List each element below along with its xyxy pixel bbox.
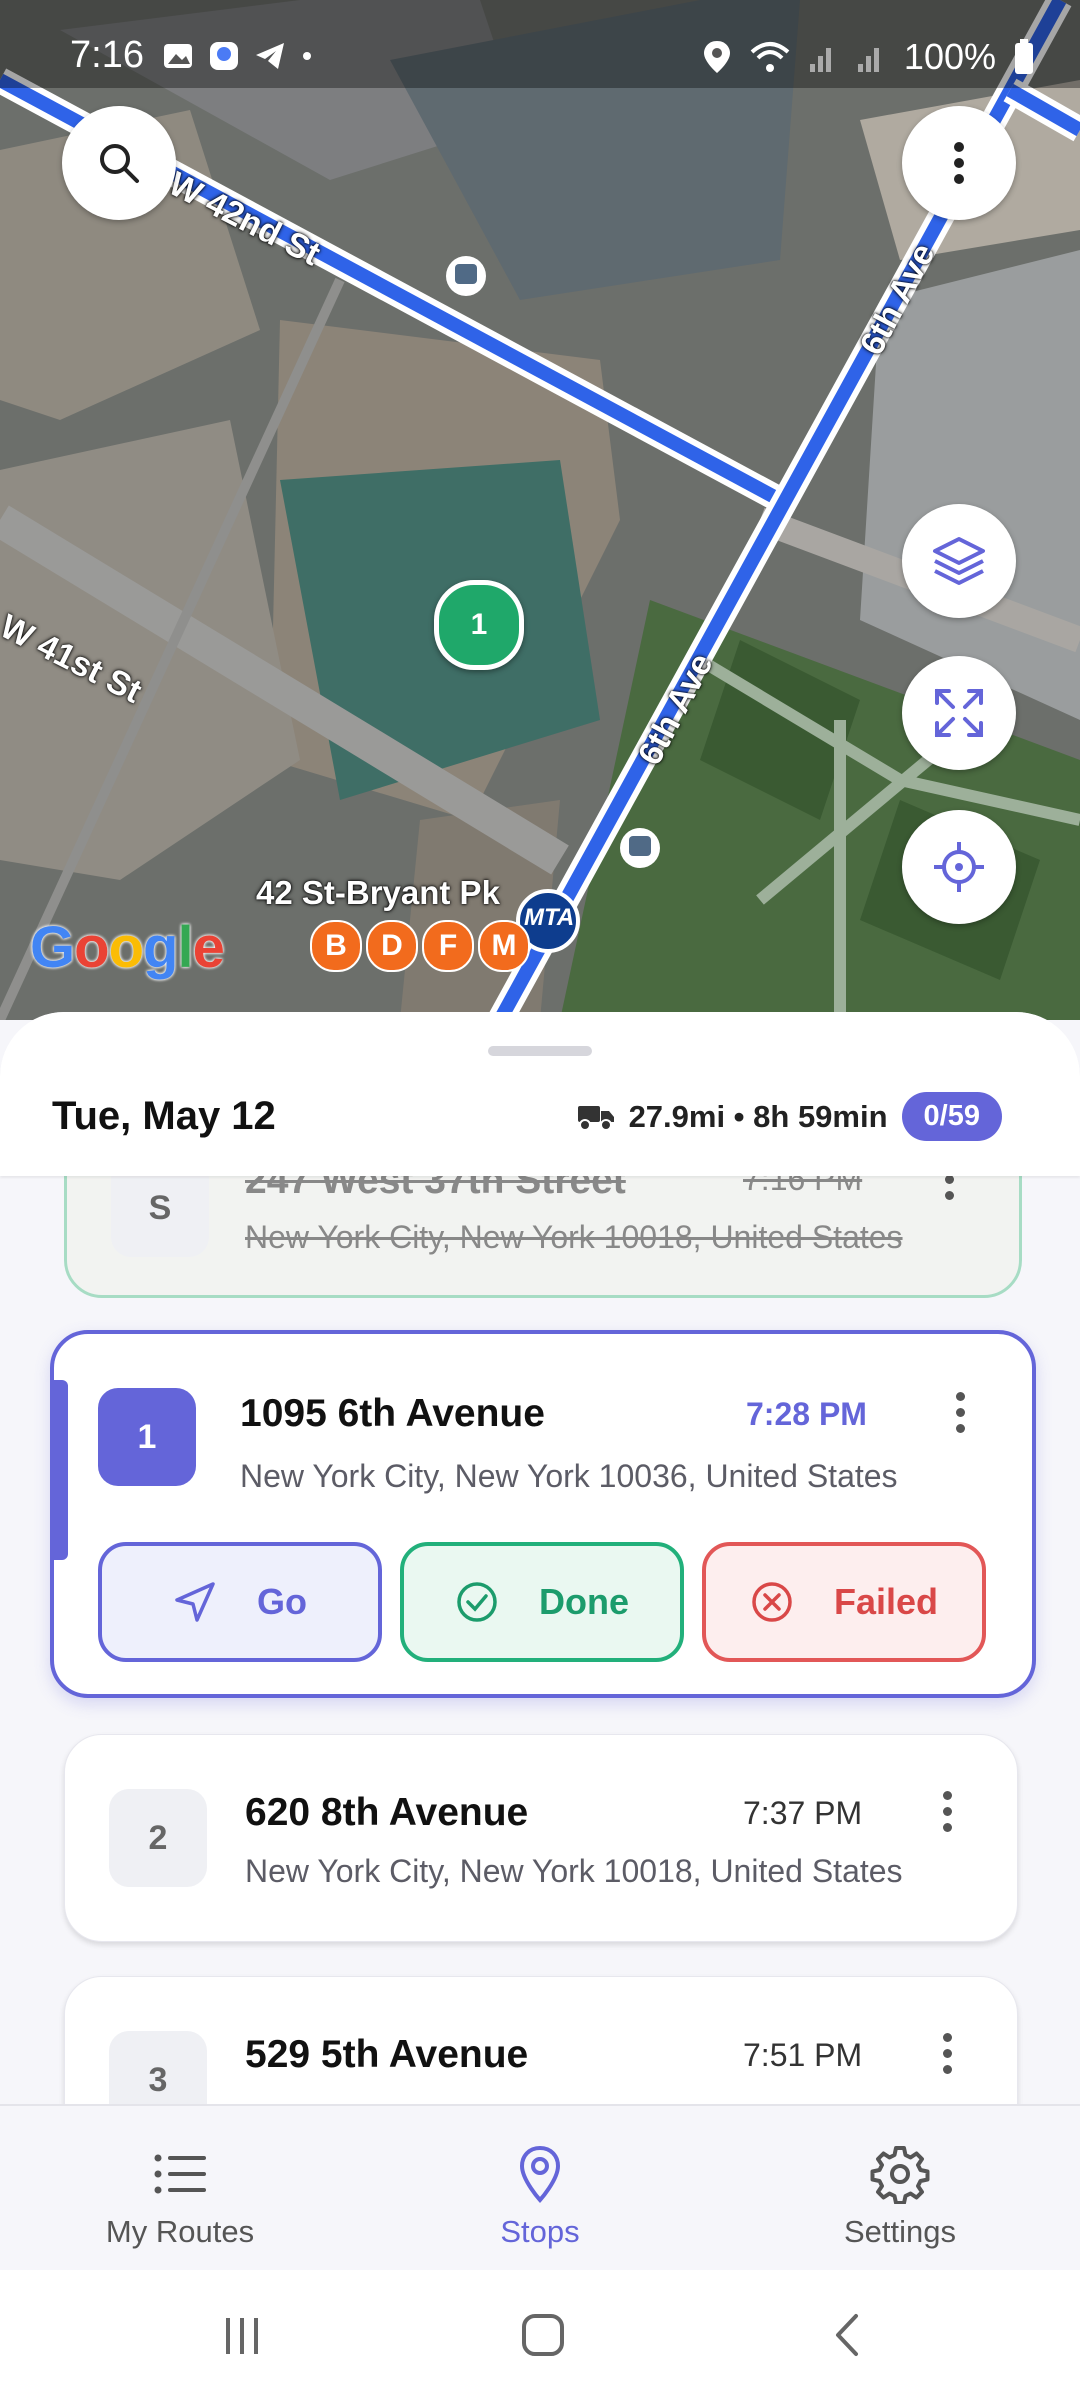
stop-eta: 7:16 PM [743,1176,863,1197]
recent-apps-icon[interactable] [220,2314,264,2358]
bottom-navigation: My Routes Stops Settings [0,2104,1080,2272]
active-indicator [54,1380,68,1560]
stop-address: 1095 6th Avenue [240,1392,545,1435]
stop-marker[interactable]: 1 [434,580,524,670]
stop-card-start[interactable]: S 247 West 37th Street 7:16 PM New York … [64,1176,1022,1298]
signal-icon [857,48,879,72]
stop-menu-button[interactable] [939,1176,959,1207]
stop-number: 2 [109,1789,207,1887]
system-navigation-bar [0,2270,1080,2400]
station-label: 42 St-Bryant Pk [256,874,500,911]
mta-logo: MTA [524,904,575,931]
subway-lines: B D F M [310,920,530,972]
my-location-button[interactable] [902,810,1016,924]
stop-address: 247 West 37th Street [245,1176,626,1202]
maps-app-icon [210,42,238,70]
sheet-header: Tue, May 12 27.9mi • 8h 59min 0/59 [0,1012,1080,1176]
subway-line-badge: D [366,920,418,972]
stop-address: 620 8th Avenue [245,1791,529,1834]
back-icon[interactable] [828,2312,868,2358]
nav-label: Stops [500,2214,580,2249]
subway-line-badge: M [478,920,530,972]
google-attribution: Google [30,915,225,980]
done-button[interactable]: Done [400,1542,684,1662]
go-button[interactable]: Go [98,1542,382,1662]
battery-level: 100% [903,36,996,77]
route-date: Tue, May 12 [52,1094,276,1138]
search-icon [100,144,139,183]
system-status-icons: 100% [702,36,1034,78]
progress-badge: 0/59 [901,1092,1002,1141]
notification-icons [162,40,314,72]
nav-label: My Routes [105,2214,255,2249]
location-icon [703,41,730,73]
nav-settings[interactable]: Settings [720,2106,1080,2272]
home-icon[interactable] [520,2312,566,2358]
search-button[interactable] [62,106,176,220]
gallery-icon [164,44,192,68]
fullscreen-button[interactable] [902,656,1016,770]
distance-duration: 27.9mi • 8h 59min [628,1098,888,1134]
map-pin-icon [519,2145,561,2203]
stop-eta: 7:37 PM [743,1795,863,1831]
stop-city: New York City, New York 10018, United St… [245,1219,903,1255]
status-time: 7:16 [70,34,144,76]
stop-eta: 7:28 PM [746,1396,867,1432]
stop-card-2[interactable]: 2 620 8th Avenue 7:37 PM New York City, … [64,1734,1018,1942]
route-bottom-sheet[interactable]: Tue, May 12 27.9mi • 8h 59min 0/59 S 247… [0,1012,1080,2106]
more-options-button[interactable] [902,106,1016,220]
failed-button[interactable]: Failed [702,1542,986,1662]
battery-icon [1015,39,1033,74]
stop-number: S [111,1176,209,1257]
stop-address: 529 5th Avenue [245,2033,529,2076]
subway-line-badge: F [422,920,474,972]
signal-icon [809,48,831,72]
navigation-arrow-icon [175,1582,215,1622]
status-bar: 7:16 100% [0,0,1080,88]
route-summary: 27.9mi • 8h 59min 0/59 [577,1092,1002,1141]
stop-eta: 7:51 PM [743,2037,863,2073]
subway-line-badge: B [310,920,362,972]
wifi-icon [750,42,790,72]
stop-menu-button[interactable] [937,1791,957,1839]
more-notifications-icon [303,52,311,60]
x-circle-icon [752,1582,792,1622]
drag-handle[interactable] [488,1046,592,1056]
go-label: Go [257,1581,307,1622]
nav-label: Settings [843,2214,956,2249]
stop-number: 1 [98,1388,196,1486]
telegram-icon [256,43,284,69]
done-label: Done [539,1581,629,1622]
check-circle-icon [457,1582,497,1622]
expand-icon [935,689,983,737]
more-vert-icon [954,142,964,184]
stop-number: 3 [109,2031,207,2106]
layers-icon [933,537,985,585]
stop-city: New York City, New York 10036, United St… [240,1458,898,1494]
crosshair-icon [934,842,984,892]
bus-stop-icon [446,256,486,296]
map-view[interactable]: W 42nd St W 41st St 6th Ave 6th Ave 42 S… [0,0,1080,1020]
stop-card-active[interactable]: 1 1095 6th Avenue 7:28 PM New York City,… [50,1330,1036,1698]
truck-icon [577,1105,614,1131]
nav-my-routes[interactable]: My Routes [0,2106,360,2272]
map-layers-button[interactable] [902,504,1016,618]
stop-city: New York City, New York 10018, United St… [245,1853,903,1889]
stops-list[interactable]: S 247 West 37th Street 7:16 PM New York … [0,1176,1080,2106]
stop-card-3[interactable]: 3 529 5th Avenue 7:51 PM [64,1976,1018,2106]
gear-icon [870,2146,930,2204]
failed-label: Failed [833,1581,939,1622]
stop-menu-button[interactable] [937,2033,957,2081]
bus-stop-icon [620,828,660,868]
nav-stops[interactable]: Stops [360,2106,720,2272]
stop-menu-button[interactable] [950,1392,970,1440]
list-icon [154,2154,206,2194]
